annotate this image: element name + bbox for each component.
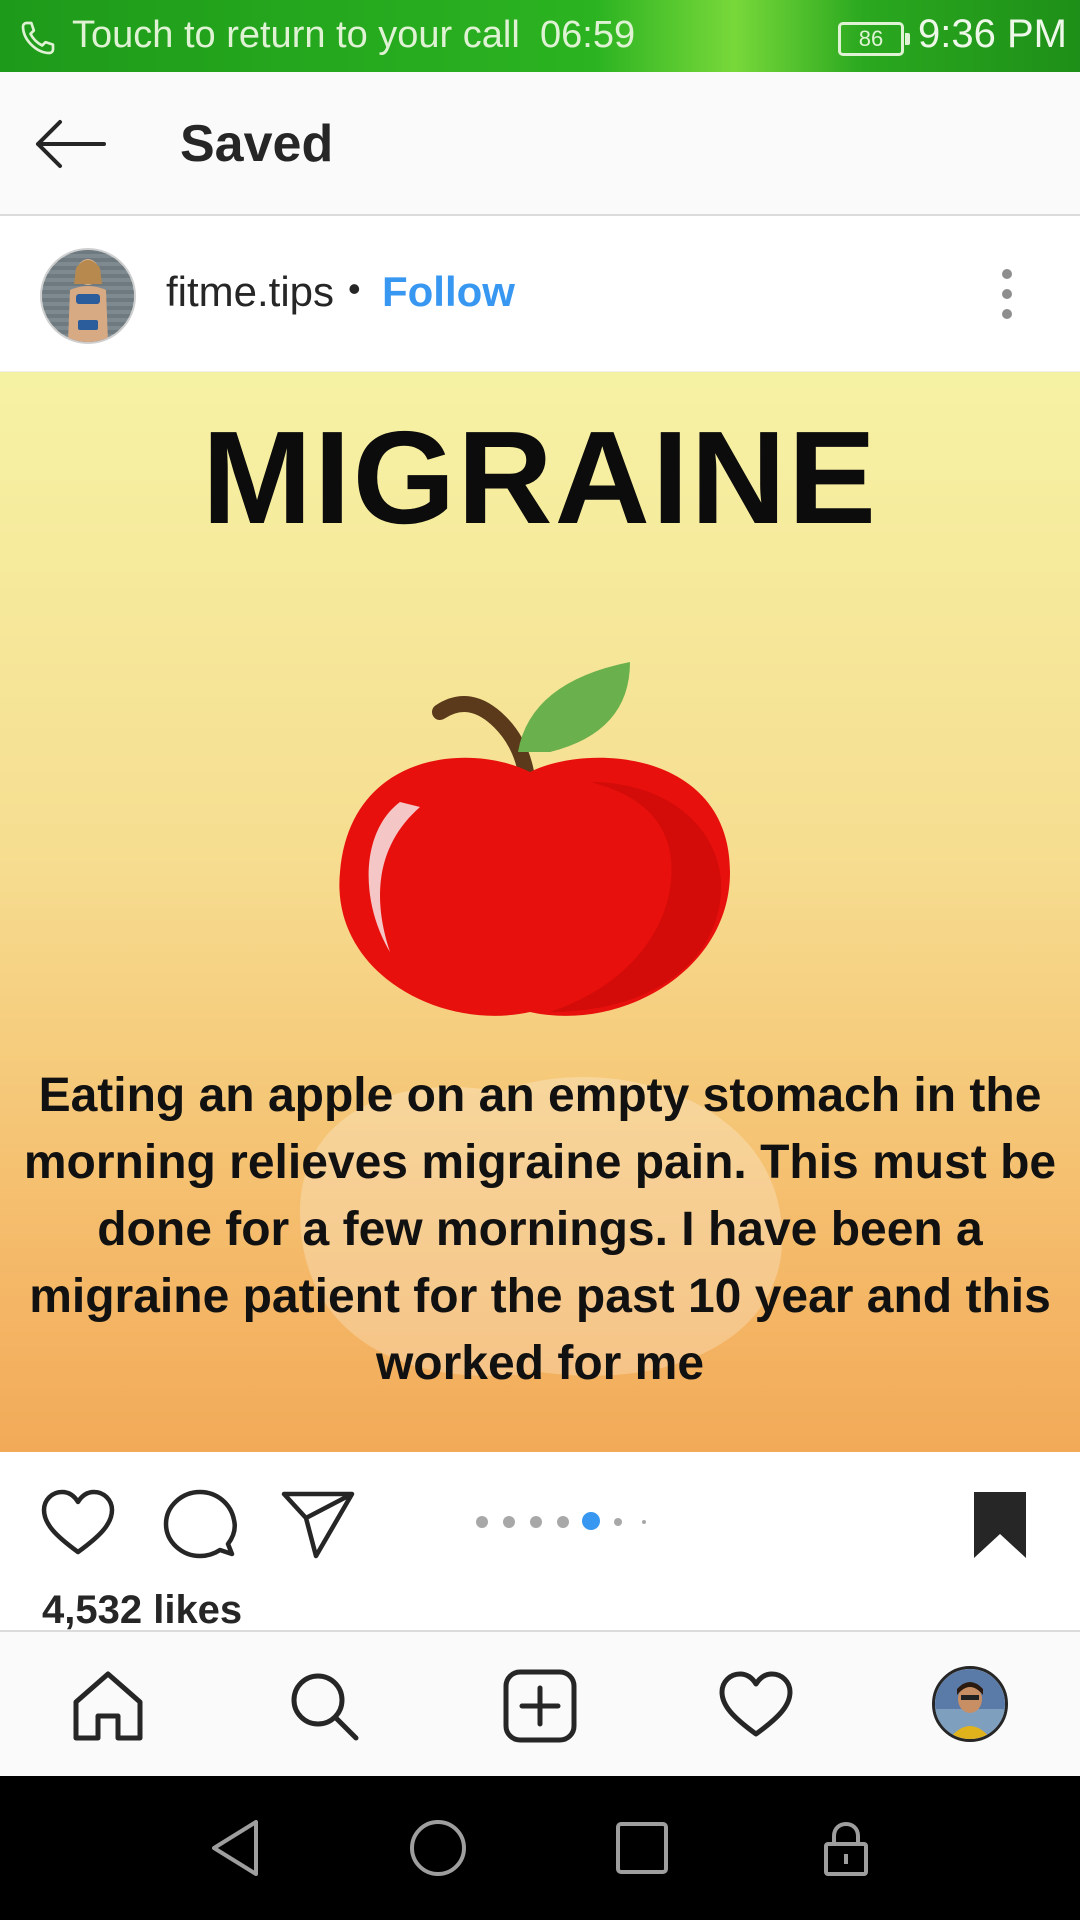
arrow-left-icon[interactable]: [32, 114, 108, 174]
heart-icon[interactable]: [40, 1488, 116, 1560]
author-avatar[interactable]: [40, 248, 136, 344]
more-vertical-icon[interactable]: [992, 264, 1022, 324]
activity-heart-icon[interactable]: [718, 1668, 794, 1744]
likes-count[interactable]: 4,532 likes: [42, 1588, 242, 1633]
add-post-icon[interactable]: [502, 1668, 578, 1744]
image-headline: MIGRAINE: [202, 404, 878, 551]
status-clock: 9:36 PM: [918, 12, 1067, 56]
home-circle-icon[interactable]: [406, 1816, 470, 1880]
comment-icon[interactable]: [162, 1488, 238, 1560]
bookmark-filled-icon[interactable]: [968, 1488, 1032, 1560]
carousel-dot: [642, 1520, 646, 1524]
post-header: fitme.tips • Follow: [0, 216, 1080, 372]
profile-avatar[interactable]: [932, 1666, 1008, 1742]
system-navigation-bar: [0, 1776, 1080, 1920]
image-caption-text: Eating an apple on an empty stomach in t…: [23, 1069, 1057, 1390]
app-header: Saved: [0, 72, 1080, 216]
post-image[interactable]: MIGRAINE Eating an apple on an empty sto…: [0, 372, 1080, 1452]
call-timer: 06:59: [540, 14, 636, 56]
author-username[interactable]: fitme.tips: [166, 268, 334, 316]
carousel-indicator: [476, 1512, 656, 1532]
apple-illustration: [339, 662, 730, 1016]
send-icon[interactable]: [280, 1488, 356, 1560]
carousel-dot: [614, 1518, 622, 1526]
follow-button[interactable]: Follow: [382, 268, 515, 316]
back-triangle-icon[interactable]: [204, 1816, 268, 1880]
carousel-dot-active: [582, 1512, 600, 1530]
separator-dot: •: [348, 268, 361, 309]
lock-icon[interactable]: [814, 1816, 878, 1880]
recents-square-icon[interactable]: [610, 1816, 674, 1880]
phone-icon: [21, 21, 55, 55]
carousel-dot: [530, 1516, 542, 1528]
carousel-dot: [476, 1516, 488, 1528]
page-title: Saved: [180, 115, 334, 173]
bottom-navigation: [0, 1630, 1080, 1776]
home-icon[interactable]: [70, 1668, 146, 1744]
post-action-bar: [0, 1452, 1080, 1578]
return-to-call-text[interactable]: Touch to return to your call: [72, 14, 520, 57]
status-bar[interactable]: Touch to return to your call 06:59 86 9:…: [0, 0, 1080, 72]
carousel-dot: [503, 1516, 515, 1528]
search-icon[interactable]: [286, 1668, 362, 1744]
carousel-dot: [557, 1516, 569, 1528]
battery-indicator: 86: [838, 22, 910, 56]
